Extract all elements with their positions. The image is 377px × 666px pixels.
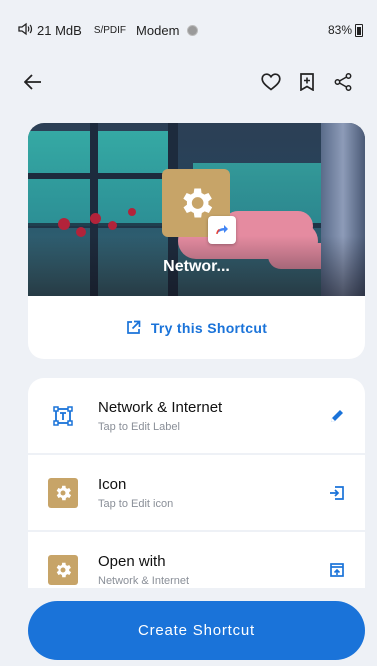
list-item-open-with[interactable]: Open with Network & Internet xyxy=(28,532,365,590)
list-item-title: Open with xyxy=(98,552,166,570)
open-external-icon xyxy=(126,320,141,334)
list-item-title: Icon xyxy=(98,475,127,493)
shortcut-preview-card: Networ... Try this Shortcut xyxy=(28,123,365,359)
lead-icon-container xyxy=(48,401,78,431)
login-arrow-icon xyxy=(330,485,344,500)
bookmark-add-icon xyxy=(300,73,314,91)
settings-gear-icon xyxy=(56,562,72,577)
try-shortcut-label: Try this Shortcut xyxy=(150,319,268,336)
list-item-label[interactable]: Network & Internet Tap to Edit Label xyxy=(28,378,365,455)
modem-indicator: Modem xyxy=(136,22,180,38)
lead-icon-container xyxy=(48,554,78,585)
settings-gear-icon xyxy=(56,485,72,500)
spdif-indicator: S/PDIF xyxy=(93,24,127,36)
shortcut-preview-image: Networ... xyxy=(28,123,365,296)
back-button[interactable] xyxy=(24,64,42,100)
pencil-icon xyxy=(331,409,343,422)
arrow-left-icon xyxy=(24,74,41,90)
open-in-app-icon xyxy=(330,562,344,577)
shortcut-settings-list: Network & Internet Tap to Edit Label Ico… xyxy=(28,378,365,590)
status-bar: 21 MdB S/PDIF Modem 83% xyxy=(0,0,377,60)
share-icon xyxy=(334,73,352,91)
text-label-icon xyxy=(53,405,73,426)
list-item-title: Network & Internet xyxy=(98,398,223,416)
list-item-subtitle: Network & Internet xyxy=(98,574,190,587)
volume-icon xyxy=(18,22,33,39)
heart-outline-icon xyxy=(261,73,281,91)
edit-label-button[interactable] xyxy=(315,408,345,424)
share-button[interactable] xyxy=(325,64,361,100)
favorite-button[interactable] xyxy=(253,64,289,100)
ram-indicator: 21 MdB xyxy=(37,22,82,38)
bookmark-button[interactable] xyxy=(289,64,325,100)
open-with-button[interactable] xyxy=(315,562,345,578)
try-shortcut-button[interactable]: Try this Shortcut xyxy=(28,296,365,359)
lead-icon-container xyxy=(48,477,78,508)
battery-icon xyxy=(355,23,363,37)
shortcut-name-preview: Networ... xyxy=(163,258,230,275)
list-item-icon[interactable]: Icon Tap to Edit icon xyxy=(28,455,365,532)
battery-level: 83% xyxy=(327,23,352,37)
modem-status-icon xyxy=(187,24,199,36)
list-item-subtitle: Tap to Edit icon xyxy=(98,497,174,510)
list-item-subtitle: Tap to Edit Label xyxy=(98,420,180,433)
create-shortcut-button[interactable]: Create Shortcut xyxy=(28,601,365,660)
app-bar xyxy=(0,60,377,104)
edit-icon-button[interactable] xyxy=(315,485,345,501)
shortcut-arrow-icon xyxy=(216,225,228,235)
shortcut-badge xyxy=(208,216,236,244)
